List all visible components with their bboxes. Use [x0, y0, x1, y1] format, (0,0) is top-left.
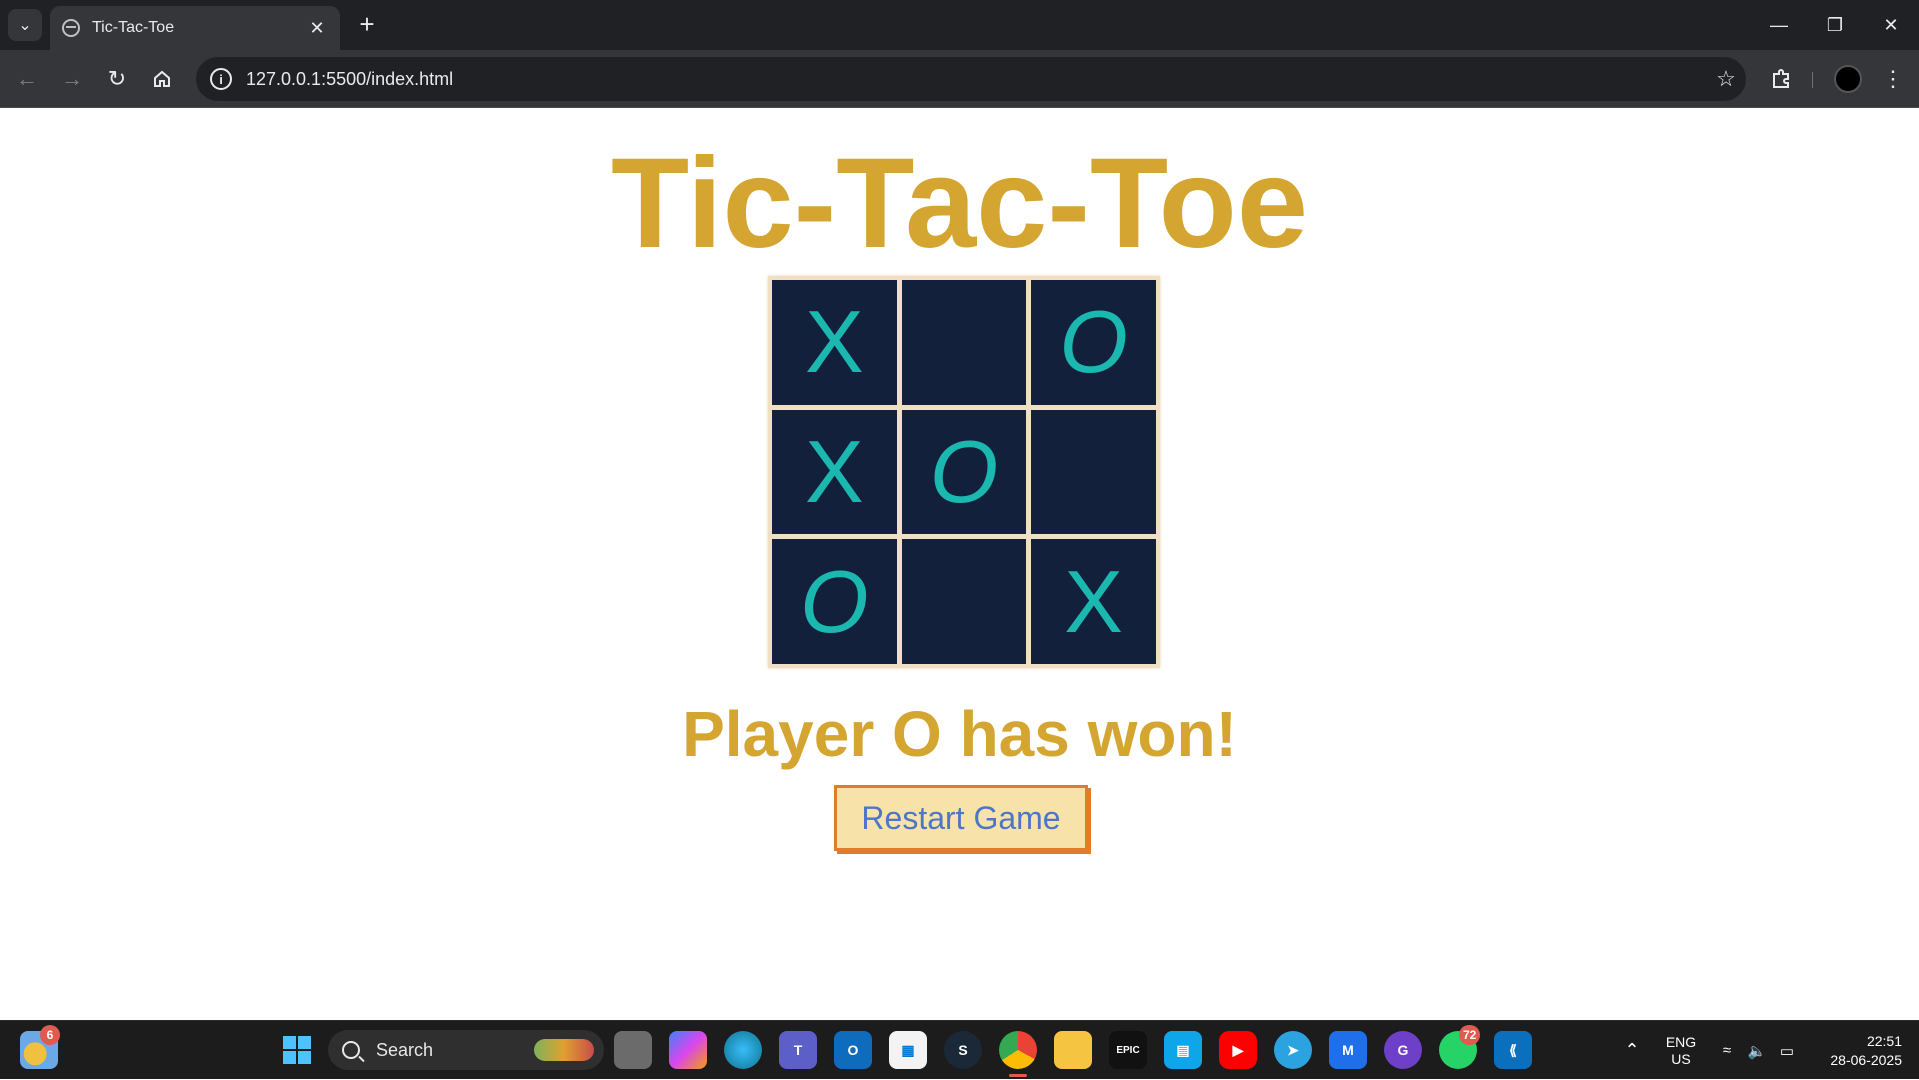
browser-menu-button[interactable]: ⋮	[1876, 62, 1910, 96]
toolbar-divider	[1812, 72, 1813, 88]
windows-taskbar: 6 Search T O ▦ S EPIC ▤ ▶ ➤ M G 72 ⟪ ⌃ E…	[0, 1020, 1919, 1079]
region-text: US	[1671, 1050, 1691, 1067]
github-desktop-icon[interactable]: G	[1384, 1031, 1422, 1069]
active-app-indicator	[1009, 1074, 1027, 1077]
arrow-left-icon: ←	[16, 66, 38, 91]
new-tab-button[interactable]: +	[352, 10, 382, 40]
board-cell[interactable]	[901, 539, 1027, 664]
minimize-icon: —	[1770, 14, 1788, 35]
reload-button[interactable]: ↻	[100, 62, 134, 96]
task-view-icon[interactable]	[614, 1031, 652, 1069]
search-placeholder: Search	[376, 1039, 434, 1060]
board-cell[interactable]: X	[772, 409, 897, 535]
tab-search-button[interactable]: ⌄	[8, 9, 42, 41]
game-board: X O X O O X	[768, 276, 1160, 668]
copilot-icon[interactable]	[669, 1031, 707, 1069]
youtube-icon[interactable]: ▶	[1219, 1031, 1257, 1069]
game-status-message: Player O has won!	[682, 698, 1237, 770]
clock-time: 22:51	[1866, 1032, 1902, 1049]
board-cell[interactable]: O	[772, 539, 897, 664]
wifi-icon[interactable]: ≈	[1714, 1021, 1740, 1080]
chevron-down-icon: ⌄	[18, 17, 32, 34]
remote-desktop-icon[interactable]: ▤	[1164, 1031, 1202, 1069]
board-cell[interactable]: X	[772, 280, 897, 405]
whatsapp-badge: 72	[1459, 1025, 1481, 1045]
profile-avatar[interactable]	[1834, 65, 1862, 93]
globe-icon	[62, 19, 80, 37]
kebab-menu-icon: ⋮	[1882, 66, 1904, 91]
telegram-icon[interactable]: ➤	[1274, 1031, 1312, 1069]
taskbar-search-box[interactable]: Search	[328, 1030, 604, 1070]
board-cell[interactable]: O	[901, 409, 1027, 535]
weather-widget-icon[interactable]: 6	[20, 1025, 60, 1069]
board-cell[interactable]: X	[1031, 539, 1156, 664]
app-icon[interactable]: M	[1329, 1031, 1367, 1069]
weather-badge: 6	[40, 1025, 60, 1045]
microsoft-store-icon[interactable]: ▦	[889, 1031, 927, 1069]
minimize-button[interactable]: —	[1751, 0, 1807, 50]
close-icon: ✕	[1883, 14, 1899, 35]
home-button[interactable]	[145, 62, 179, 96]
file-explorer-icon[interactable]	[1054, 1031, 1092, 1069]
clock[interactable]: 22:51 28-06-2025	[1808, 1021, 1908, 1080]
bookmark-star-icon[interactable]: ☆	[1706, 66, 1746, 92]
whatsapp-icon[interactable]: 72	[1439, 1025, 1481, 1069]
browser-tab-bar: ⌄ Tic-Tac-Toe ✕ + — ❐ ✕	[0, 0, 1919, 50]
restore-button[interactable]: ❐	[1807, 0, 1863, 50]
game-title: Tic-Tac-Toe	[611, 132, 1308, 275]
show-hidden-icons-chevron-up-icon[interactable]: ⌃	[1616, 1021, 1648, 1080]
board-cell[interactable]: O	[1031, 280, 1156, 405]
board-cell[interactable]	[1031, 409, 1156, 535]
search-icon	[342, 1041, 360, 1059]
vscode-icon[interactable]: ⟪	[1494, 1031, 1532, 1069]
clock-date: 28-06-2025	[1830, 1051, 1902, 1068]
restart-game-button[interactable]: Restart Game	[834, 785, 1088, 851]
puzzle-icon	[1773, 69, 1789, 88]
windows-start-icon[interactable]	[278, 1031, 316, 1069]
reload-icon: ↻	[107, 66, 127, 91]
language-indicator[interactable]: ENG US	[1656, 1021, 1706, 1080]
steam-icon[interactable]: S	[944, 1031, 982, 1069]
epic-games-icon[interactable]: EPIC	[1109, 1031, 1147, 1069]
edge-browser-icon[interactable]	[724, 1031, 762, 1069]
address-bar[interactable]: i 127.0.0.1:5500/index.html ☆	[196, 57, 1746, 101]
chrome-icon[interactable]	[999, 1031, 1037, 1077]
restore-icon: ❐	[1826, 14, 1844, 35]
teams-icon[interactable]: T	[779, 1031, 817, 1069]
language-text: ENG	[1665, 1033, 1697, 1050]
page-content: Tic-Tac-Toe X O X O O X Player O has won…	[0, 109, 1919, 1020]
arrow-right-icon: →	[61, 66, 83, 91]
url-text[interactable]: 127.0.0.1:5500/index.html	[246, 69, 1706, 90]
close-tab-icon[interactable]: ✕	[306, 18, 328, 39]
back-button[interactable]: ←	[10, 62, 44, 96]
forward-button[interactable]: →	[55, 62, 89, 96]
battery-icon[interactable]: ▭	[1774, 1021, 1800, 1080]
tab-title: Tic-Tac-Toe	[92, 19, 175, 36]
home-icon	[154, 70, 170, 87]
browser-tab[interactable]: Tic-Tac-Toe ✕	[50, 6, 340, 50]
board-cell[interactable]	[901, 280, 1027, 405]
site-info-icon[interactable]: i	[210, 68, 232, 90]
volume-icon[interactable]: 🔈	[1744, 1021, 1770, 1080]
outlook-icon[interactable]: O	[834, 1031, 872, 1069]
browser-toolbar: ← → ↻ i 127.0.0.1:5500/index.html ☆ ⋮	[0, 50, 1919, 108]
close-window-button[interactable]: ✕	[1863, 0, 1919, 50]
search-highlight-image	[534, 1039, 594, 1061]
extensions-button[interactable]	[1764, 62, 1798, 96]
